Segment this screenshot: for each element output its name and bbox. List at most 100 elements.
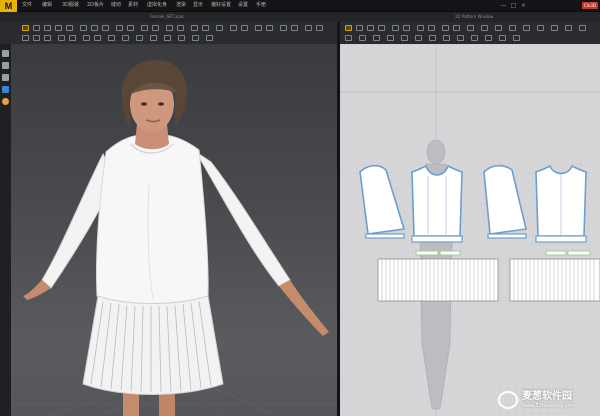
menu-sewing[interactable]: 缝纫 xyxy=(111,1,121,10)
show-allowance-icon[interactable] xyxy=(387,35,394,41)
shadow-icon[interactable] xyxy=(150,35,157,41)
watermark: 麦葱软件园 www.52maicong.com xyxy=(498,389,596,413)
graphic-tool-icon[interactable] xyxy=(127,25,134,31)
skirt-pattern-right xyxy=(509,258,600,302)
video-icon[interactable] xyxy=(266,25,273,31)
menu-render[interactable]: 渲染 xyxy=(176,1,186,10)
show-avatar-icon[interactable] xyxy=(22,35,29,41)
avatar-measure-icon[interactable] xyxy=(216,25,223,31)
select-move-tool-icon[interactable] xyxy=(33,25,40,31)
check-sewing-icon[interactable] xyxy=(467,25,474,31)
menu-avatar[interactable]: 虚拟化身 xyxy=(147,1,167,10)
menu-3d-garment[interactable]: 3D服装 xyxy=(62,1,79,10)
app-logo[interactable]: M xyxy=(0,0,17,12)
fold-tool-icon[interactable] xyxy=(80,25,87,31)
show-stitch-icon[interactable] xyxy=(373,35,380,41)
measure-tool-icon[interactable] xyxy=(91,25,98,31)
pin-display-icon[interactable] xyxy=(122,35,129,41)
notch-tool-icon[interactable] xyxy=(537,25,544,31)
gpu-simulation-icon[interactable] xyxy=(202,25,209,31)
show-fabric-name-icon[interactable] xyxy=(471,35,478,41)
menu-2d-pattern[interactable]: 2D板片 xyxy=(87,1,104,10)
menu-manual[interactable]: 手册 xyxy=(256,1,266,10)
background-icon[interactable] xyxy=(206,35,213,41)
menu-preferences[interactable]: 偏好设置 xyxy=(211,1,231,10)
show-texture-icon[interactable] xyxy=(429,35,436,41)
show-symmetry-icon[interactable] xyxy=(499,35,506,41)
select-icon[interactable] xyxy=(2,50,9,57)
viewport3d-title: Female_SBT.zpac xyxy=(150,14,185,19)
thick-display-icon[interactable] xyxy=(108,35,115,41)
menu-materials[interactable]: 素材 xyxy=(128,1,138,10)
grid-icon[interactable] xyxy=(192,35,199,41)
cloud-logo-icon xyxy=(498,391,518,409)
sewing-line-icon[interactable] xyxy=(69,35,76,41)
show-pattern-name-icon[interactable] xyxy=(485,35,492,41)
tack-tool-icon[interactable] xyxy=(66,25,73,31)
show-pattern-icon[interactable] xyxy=(44,35,51,41)
2d-pattern-viewport[interactable]: 麦葱软件园 www.52maicong.com xyxy=(340,44,600,416)
move-icon[interactable] xyxy=(2,62,9,69)
segment-sewing-icon[interactable] xyxy=(442,25,449,31)
pattern-view-icon[interactable] xyxy=(579,25,586,31)
photo-icon[interactable] xyxy=(255,25,262,31)
neckband-pattern-right-2 xyxy=(567,250,591,256)
view-options-icon[interactable] xyxy=(305,25,312,31)
mesh-display-icon[interactable] xyxy=(94,35,101,41)
menu-file[interactable]: 文件 xyxy=(22,1,32,10)
camera-icon[interactable] xyxy=(178,35,185,41)
menu-display[interactable]: 显示 xyxy=(193,1,203,10)
ruler-tool-icon[interactable] xyxy=(551,25,558,31)
show-measurements-icon[interactable] xyxy=(457,35,464,41)
seam-allowance-icon[interactable] xyxy=(509,25,516,31)
simulation-icon[interactable] xyxy=(191,25,198,31)
annotation-icon[interactable] xyxy=(565,25,572,31)
minimize-icon[interactable]: — xyxy=(500,2,507,9)
fold-display-icon[interactable] xyxy=(136,35,143,41)
show-avatar-silhouette-icon[interactable] xyxy=(359,35,366,41)
menu-edit[interactable]: 编辑 xyxy=(42,1,52,10)
arrangement-icon[interactable] xyxy=(58,35,65,41)
select-mesh-tool-icon[interactable] xyxy=(22,25,29,31)
show-internal-lines-icon[interactable] xyxy=(401,35,408,41)
light-icon[interactable] xyxy=(2,98,9,105)
internal-polygon-icon[interactable] xyxy=(392,25,399,31)
button-tool-icon[interactable] xyxy=(141,25,148,31)
pattern-texture-icon[interactable] xyxy=(481,25,488,31)
close-icon[interactable]: × xyxy=(520,2,527,9)
edit-curvature-icon[interactable] xyxy=(102,25,109,31)
rectangle-tool-icon[interactable] xyxy=(367,25,374,31)
export-icon[interactable] xyxy=(291,25,298,31)
display-mode-icon[interactable] xyxy=(316,25,323,31)
binding-tool-icon[interactable] xyxy=(523,25,530,31)
buttonhole-tool-icon[interactable] xyxy=(152,25,159,31)
strain-map-icon[interactable] xyxy=(241,25,248,31)
free-sewing-icon[interactable] xyxy=(453,25,460,31)
avatar-icon[interactable] xyxy=(2,86,9,93)
pin-tool-icon[interactable] xyxy=(55,25,62,31)
snapshot-icon[interactable] xyxy=(280,25,287,31)
lighting-icon[interactable] xyxy=(164,35,171,41)
pattern-select-icon[interactable] xyxy=(345,25,352,31)
fitting-map-icon[interactable] xyxy=(230,25,237,31)
internal-line-icon[interactable] xyxy=(403,25,410,31)
show-garment-icon[interactable] xyxy=(33,35,40,41)
circle-tool-icon[interactable] xyxy=(378,25,385,31)
topstitch-tool-icon[interactable] xyxy=(177,25,184,31)
texture-tool-icon[interactable] xyxy=(116,25,123,31)
zipper-tool-icon[interactable] xyxy=(166,25,173,31)
texture-display-icon[interactable] xyxy=(83,35,90,41)
show-grid-icon[interactable] xyxy=(345,35,352,41)
3d-viewport[interactable] xyxy=(11,44,337,416)
menu-settings[interactable]: 设置 xyxy=(238,1,248,10)
show-graphics-icon[interactable] xyxy=(443,35,450,41)
trace-tool-icon[interactable] xyxy=(428,25,435,31)
dart-tool-icon[interactable] xyxy=(417,25,424,31)
grainline-icon[interactable] xyxy=(495,25,502,31)
show-lock-icon[interactable] xyxy=(513,35,520,41)
maximize-icon[interactable]: □ xyxy=(510,2,517,9)
polygon-tool-icon[interactable] xyxy=(356,25,363,31)
transform-icon[interactable] xyxy=(2,74,9,81)
show-notches-icon[interactable] xyxy=(415,35,422,41)
transform-tool-icon[interactable] xyxy=(44,25,51,31)
